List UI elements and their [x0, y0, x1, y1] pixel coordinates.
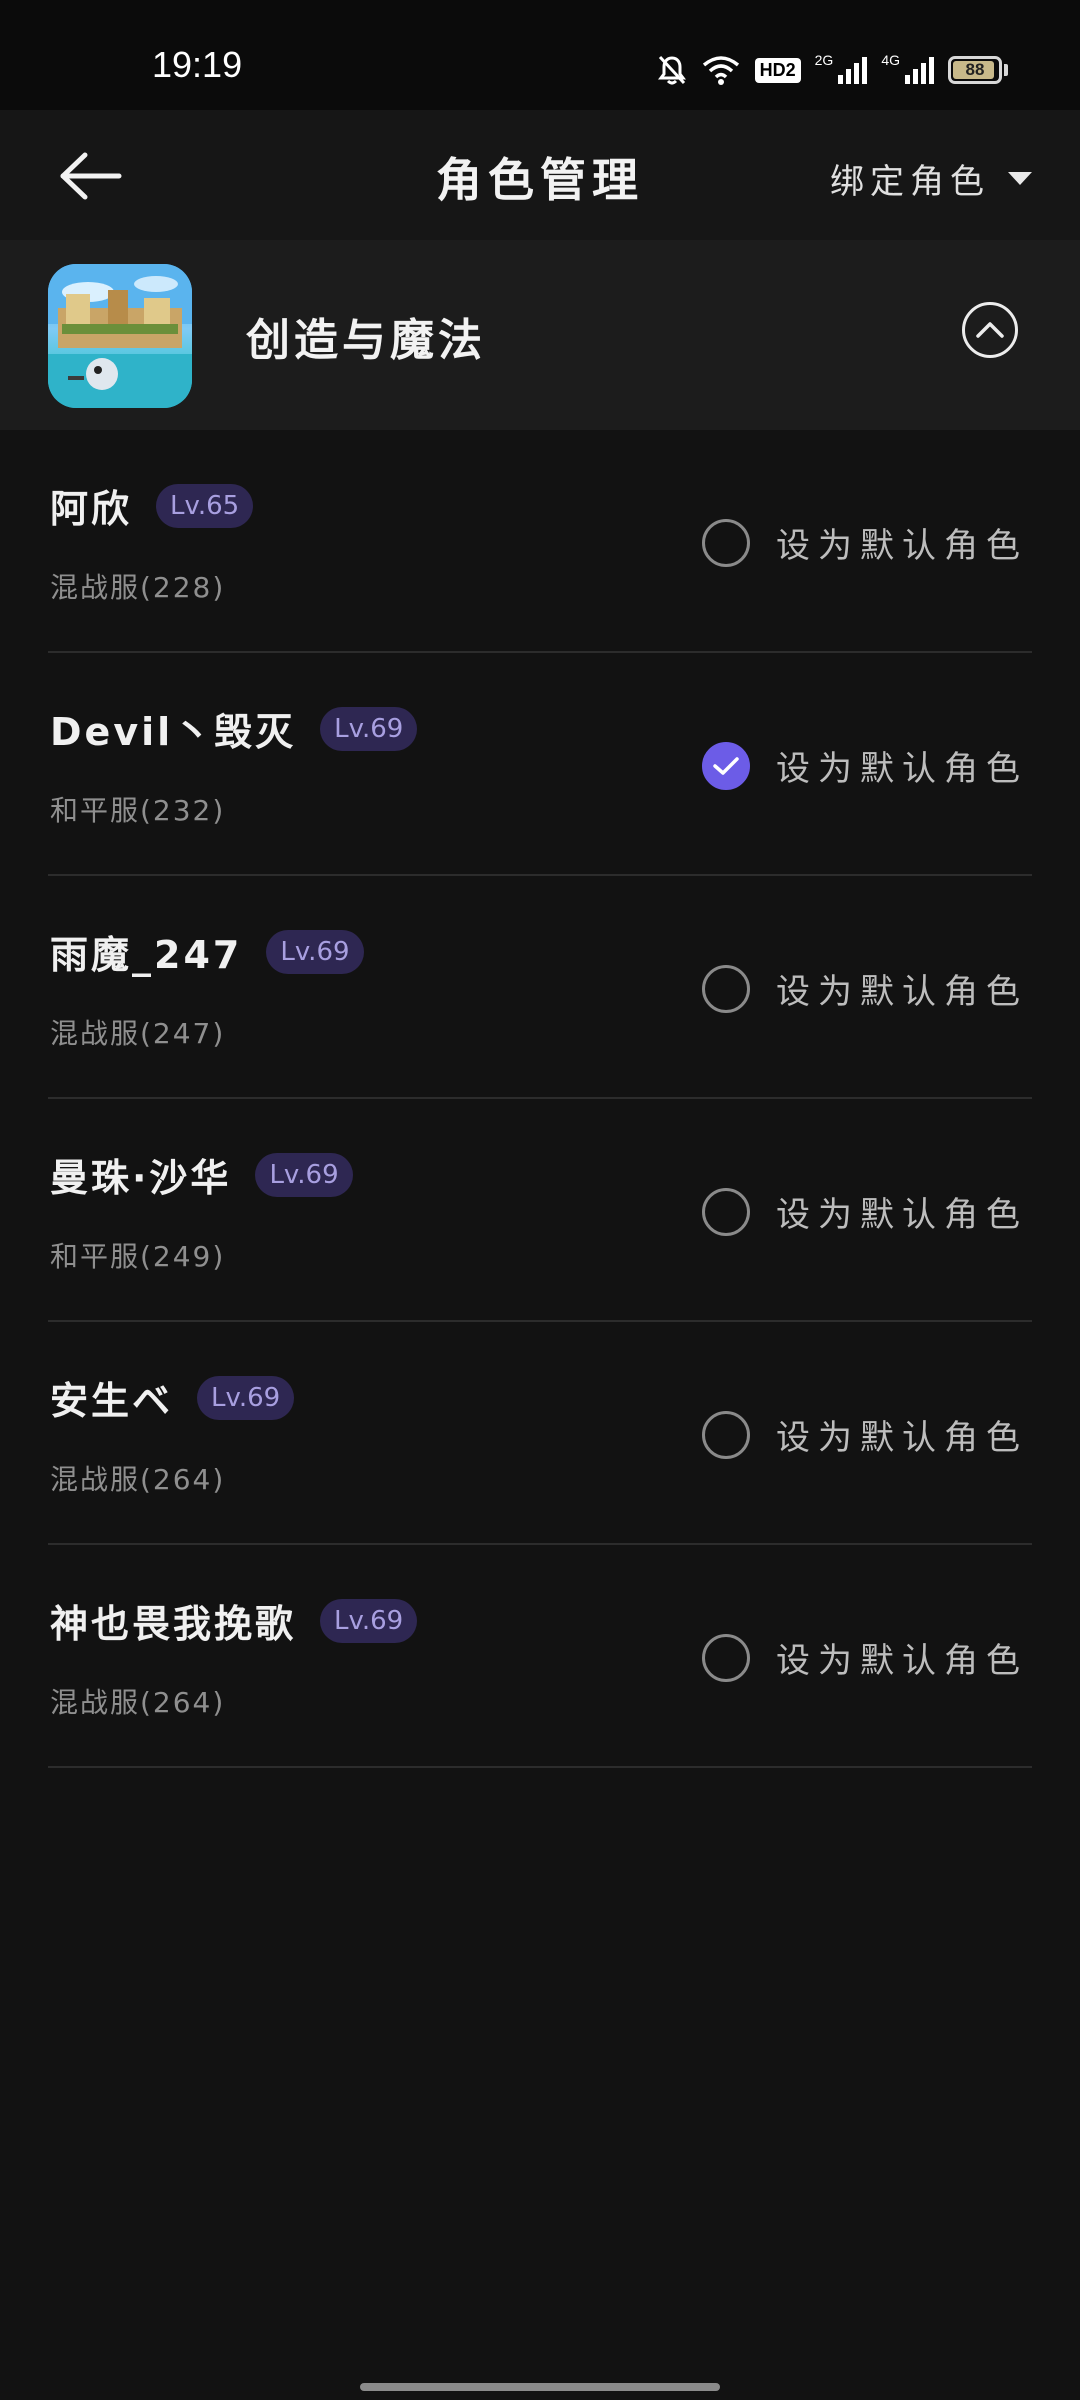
notifications-muted-icon — [657, 54, 687, 86]
caret-down-icon — [1008, 172, 1032, 185]
default-radio[interactable] — [702, 1633, 750, 1682]
role-item: 安生ベ Lv.69 混战服(264) 设为默认角色 — [48, 1322, 1032, 1545]
role-name-row: 阿欣 Lv.65 — [50, 478, 254, 533]
role-server: 和平服(232) — [50, 794, 226, 827]
default-radio[interactable] — [702, 964, 750, 1013]
battery-icon: 88 — [948, 56, 1002, 84]
set-default-option[interactable]: 设为默认角色 — [702, 1633, 1028, 1682]
network-label-1: 2G — [814, 52, 834, 68]
set-default-option[interactable]: 设为默认角色 — [702, 964, 1028, 1013]
role-name: Devil丶毁灭 — [50, 710, 297, 754]
level-badge: Lv.69 — [255, 1152, 353, 1197]
bind-role-dropdown[interactable]: 绑定角色 — [830, 154, 1032, 203]
role-name: 阿欣 — [50, 487, 133, 531]
battery-level: 88 — [965, 60, 985, 79]
default-radio[interactable] — [702, 518, 750, 567]
role-name-row: 曼珠·沙华 Lv.69 — [50, 1147, 353, 1202]
game-icon — [48, 264, 192, 408]
home-indicator[interactable] — [360, 2383, 720, 2391]
battery-nub — [1004, 64, 1008, 76]
role-name: 神也畏我挽歌 — [50, 1602, 297, 1646]
signal-icon — [837, 55, 868, 85]
game-header[interactable]: 创造与魔法 — [0, 240, 1080, 430]
default-radio-checked[interactable] — [702, 741, 750, 790]
level-badge: Lv.69 — [197, 1375, 295, 1420]
level-badge: Lv.69 — [266, 929, 364, 974]
role-list: 阿欣 Lv.65 混战服(228) 设为默认角色 Devil丶毁灭 Lv.69 … — [48, 430, 1032, 1768]
role-name-row: 神也畏我挽歌 Lv.69 — [50, 1593, 418, 1648]
default-radio[interactable] — [702, 1410, 750, 1459]
default-radio[interactable] — [702, 1187, 750, 1236]
role-server: 混战服(247) — [50, 1017, 226, 1050]
role-item: Devil丶毁灭 Lv.69 和平服(232) 设为默认角色 — [48, 653, 1032, 876]
role-name-row: Devil丶毁灭 Lv.69 — [50, 701, 418, 756]
role-server: 混战服(228) — [50, 571, 226, 604]
role-server: 和平服(249) — [50, 1240, 226, 1273]
signal-icon — [904, 55, 934, 85]
level-badge: Lv.65 — [156, 483, 254, 528]
role-item: 曼珠·沙华 Lv.69 和平服(249) 设为默认角色 — [48, 1099, 1032, 1322]
set-default-label: 设为默认角色 — [776, 526, 1028, 566]
role-item: 阿欣 Lv.65 混战服(228) 设为默认角色 — [48, 430, 1032, 653]
set-default-label: 设为默认角色 — [776, 1641, 1028, 1681]
set-default-label: 设为默认角色 — [776, 972, 1028, 1012]
set-default-option[interactable]: 设为默认角色 — [702, 741, 1028, 790]
set-default-label: 设为默认角色 — [776, 749, 1028, 789]
role-name: 安生ベ — [50, 1379, 174, 1423]
set-default-option[interactable]: 设为默认角色 — [702, 1410, 1028, 1459]
network-label-2: 4G — [881, 52, 900, 68]
set-default-option[interactable]: 设为默认角色 — [702, 1187, 1028, 1236]
role-item: 雨魔_247 Lv.69 混战服(247) 设为默认角色 — [48, 876, 1032, 1099]
nav-bar: 角色管理 绑定角色 — [0, 110, 1080, 240]
collapse-button[interactable] — [962, 302, 1018, 358]
set-default-label: 设为默认角色 — [776, 1195, 1028, 1235]
role-name: 曼珠·沙华 — [50, 1156, 232, 1200]
chevron-up-icon — [976, 322, 1004, 338]
role-item: 神也畏我挽歌 Lv.69 混战服(264) 设为默认角色 — [48, 1545, 1032, 1768]
role-server: 混战服(264) — [50, 1463, 226, 1496]
role-name-row: 雨魔_247 Lv.69 — [50, 924, 364, 979]
role-name-row: 安生ベ Lv.69 — [50, 1370, 295, 1425]
status-bar: 19:19 HD2 2G 4G 88 — [0, 0, 1080, 110]
set-default-label: 设为默认角色 — [776, 1418, 1028, 1458]
role-server: 混战服(264) — [50, 1686, 226, 1719]
level-badge: Lv.69 — [320, 706, 418, 751]
role-name: 雨魔_247 — [50, 933, 243, 977]
status-icons: HD2 2G 4G 88 — [657, 50, 1008, 90]
level-badge: Lv.69 — [320, 1598, 418, 1643]
check-icon — [713, 756, 739, 775]
bind-role-label: 绑定角色 — [830, 162, 990, 202]
wifi-icon — [701, 54, 741, 86]
set-default-option[interactable]: 设为默认角色 — [702, 518, 1028, 567]
status-time: 19:19 — [152, 44, 243, 85]
hd-voice-badge: HD2 — [754, 57, 801, 83]
game-name: 创造与魔法 — [246, 315, 486, 366]
